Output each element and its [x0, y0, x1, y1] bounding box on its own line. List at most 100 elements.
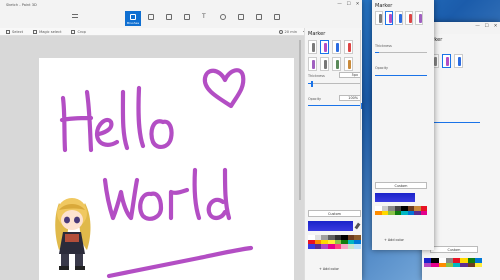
- color-swatch[interactable]: [438, 262, 446, 267]
- thickness-value[interactable]: 5px: [339, 72, 361, 78]
- tab-stickers[interactable]: [179, 11, 195, 26]
- color-swatch[interactable]: [424, 262, 432, 267]
- shapes-icon: [148, 14, 154, 20]
- watercolor-icon: [312, 60, 315, 69]
- color-swatch[interactable]: [341, 244, 348, 249]
- color-swatch[interactable]: [467, 262, 475, 267]
- ribbon: Brushes T: [0, 9, 362, 28]
- brush-marker[interactable]: [320, 40, 329, 54]
- brush-spray[interactable]: [320, 57, 329, 71]
- add-color-button[interactable]: + Add color: [384, 238, 404, 242]
- pencil-icon: [336, 43, 339, 52]
- brush-pen[interactable]: [308, 40, 317, 54]
- canvas-scrollbar[interactable]: [299, 40, 301, 200]
- drawing-layer: [55, 68, 254, 279]
- tab-canvas[interactable]: [233, 11, 249, 26]
- hello-letter-l1: [120, 89, 130, 151]
- panel-scrollbar[interactable]: [359, 30, 361, 130]
- color-swatch[interactable]: [420, 210, 427, 215]
- custom-color-dropdown[interactable]: Custom: [430, 246, 478, 253]
- brush-pixel[interactable]: [415, 11, 423, 25]
- brush-pen[interactable]: [375, 11, 383, 25]
- custom-color-dropdown[interactable]: Custom: [308, 210, 361, 217]
- brush-marker[interactable]: [442, 54, 451, 68]
- brush-oil[interactable]: [332, 57, 341, 71]
- zoom-readout: 20 min: [278, 29, 297, 34]
- hello-letter-l2: [136, 85, 146, 149]
- hello-letter-h: [59, 89, 94, 153]
- tab-3d-library[interactable]: [251, 11, 267, 26]
- color-swatch[interactable]: [431, 262, 439, 267]
- marker-side-panel: Marker Thickness 5px Opacity 100% Custom…: [304, 28, 362, 280]
- color-swatch[interactable]: [321, 244, 328, 249]
- tab-remix[interactable]: [269, 11, 285, 26]
- remix-icon: [274, 14, 280, 20]
- thickness-slider[interactable]: [430, 122, 480, 123]
- opacity-slider[interactable]: [375, 75, 427, 76]
- tab-effects[interactable]: [215, 11, 231, 26]
- minimize-icon[interactable]: —: [473, 22, 482, 31]
- brush-watercolor[interactable]: [308, 57, 317, 71]
- hello-letter-o: [149, 119, 174, 149]
- close-icon[interactable]: ✕: [491, 22, 500, 31]
- color-swatch[interactable]: [460, 262, 468, 267]
- oil-icon: [336, 60, 339, 69]
- custom-color-dropdown[interactable]: Custom: [375, 182, 427, 189]
- color-swatch[interactable]: [474, 262, 482, 267]
- menu-icon[interactable]: [67, 11, 83, 26]
- window-title: Sketch - Paint 3D: [6, 2, 37, 7]
- magic-select-button[interactable]: Magic select: [33, 29, 61, 34]
- thickness-slider[interactable]: [308, 80, 361, 87]
- opacity-label: Opacity: [308, 97, 322, 101]
- brush-crayon[interactable]: [405, 11, 413, 25]
- workspace: [0, 36, 304, 280]
- brush-fill[interactable]: [344, 57, 353, 71]
- color-swatch[interactable]: [453, 262, 461, 267]
- close-icon[interactable]: ✕: [353, 0, 362, 9]
- crayon-icon: [348, 43, 351, 52]
- pen-icon: [312, 43, 315, 52]
- color-swatch[interactable]: [334, 244, 342, 249]
- minimize-icon[interactable]: —: [335, 0, 344, 9]
- brush-pencil[interactable]: [454, 54, 463, 68]
- color-swatch[interactable]: [314, 244, 322, 249]
- eyedropper-icon[interactable]: [354, 222, 361, 230]
- thickness-knob[interactable]: [311, 80, 313, 87]
- opacity-slider[interactable]: [308, 102, 362, 109]
- library-icon: [256, 14, 262, 20]
- brush-pencil[interactable]: [395, 11, 403, 25]
- anime-sticker: [55, 198, 91, 270]
- tab-text[interactable]: T: [197, 11, 213, 26]
- maximize-icon[interactable]: ☐: [482, 22, 491, 31]
- drawing-canvas[interactable]: [39, 58, 294, 280]
- brush-list: [430, 54, 463, 68]
- paint-window-main: Sketch - Paint 3D — ☐ ✕ Brushes T Select…: [0, 0, 362, 280]
- brush-marker[interactable]: [385, 11, 393, 25]
- thickness-slider[interactable]: [375, 52, 427, 53]
- canvas-icon: [238, 14, 244, 20]
- text-icon: T: [202, 13, 206, 20]
- world-letter-d: [206, 167, 232, 221]
- brush-crayon[interactable]: [344, 40, 353, 54]
- color-swatch[interactable]: [308, 244, 315, 249]
- color-swatch[interactable]: [327, 244, 335, 249]
- maximize-icon[interactable]: ☐: [344, 0, 353, 9]
- brush-pencil[interactable]: [332, 40, 341, 54]
- color-swatch[interactable]: [445, 262, 453, 267]
- tab-3d-shapes[interactable]: [161, 11, 177, 26]
- panel-title: Marker: [308, 31, 326, 37]
- tab-2d-shapes[interactable]: [143, 11, 159, 26]
- color-swatch[interactable]: [347, 244, 355, 249]
- sticker-icon: [184, 14, 190, 20]
- select-button[interactable]: Select: [6, 29, 23, 34]
- world-letter-o: [138, 191, 164, 221]
- opacity-fill: [308, 105, 361, 106]
- opacity-label: Opacity: [375, 66, 389, 70]
- crop-button[interactable]: Crop: [71, 29, 86, 34]
- opacity-value[interactable]: 100%: [339, 95, 361, 101]
- fill-icon: [348, 60, 351, 69]
- add-color-button[interactable]: + Add color: [319, 267, 339, 271]
- paint-window-back-1: Marker Thickness Opacity Custom + Add co…: [372, 0, 434, 250]
- tab-brushes[interactable]: Brushes: [125, 11, 141, 26]
- color-swatch[interactable]: [354, 244, 361, 249]
